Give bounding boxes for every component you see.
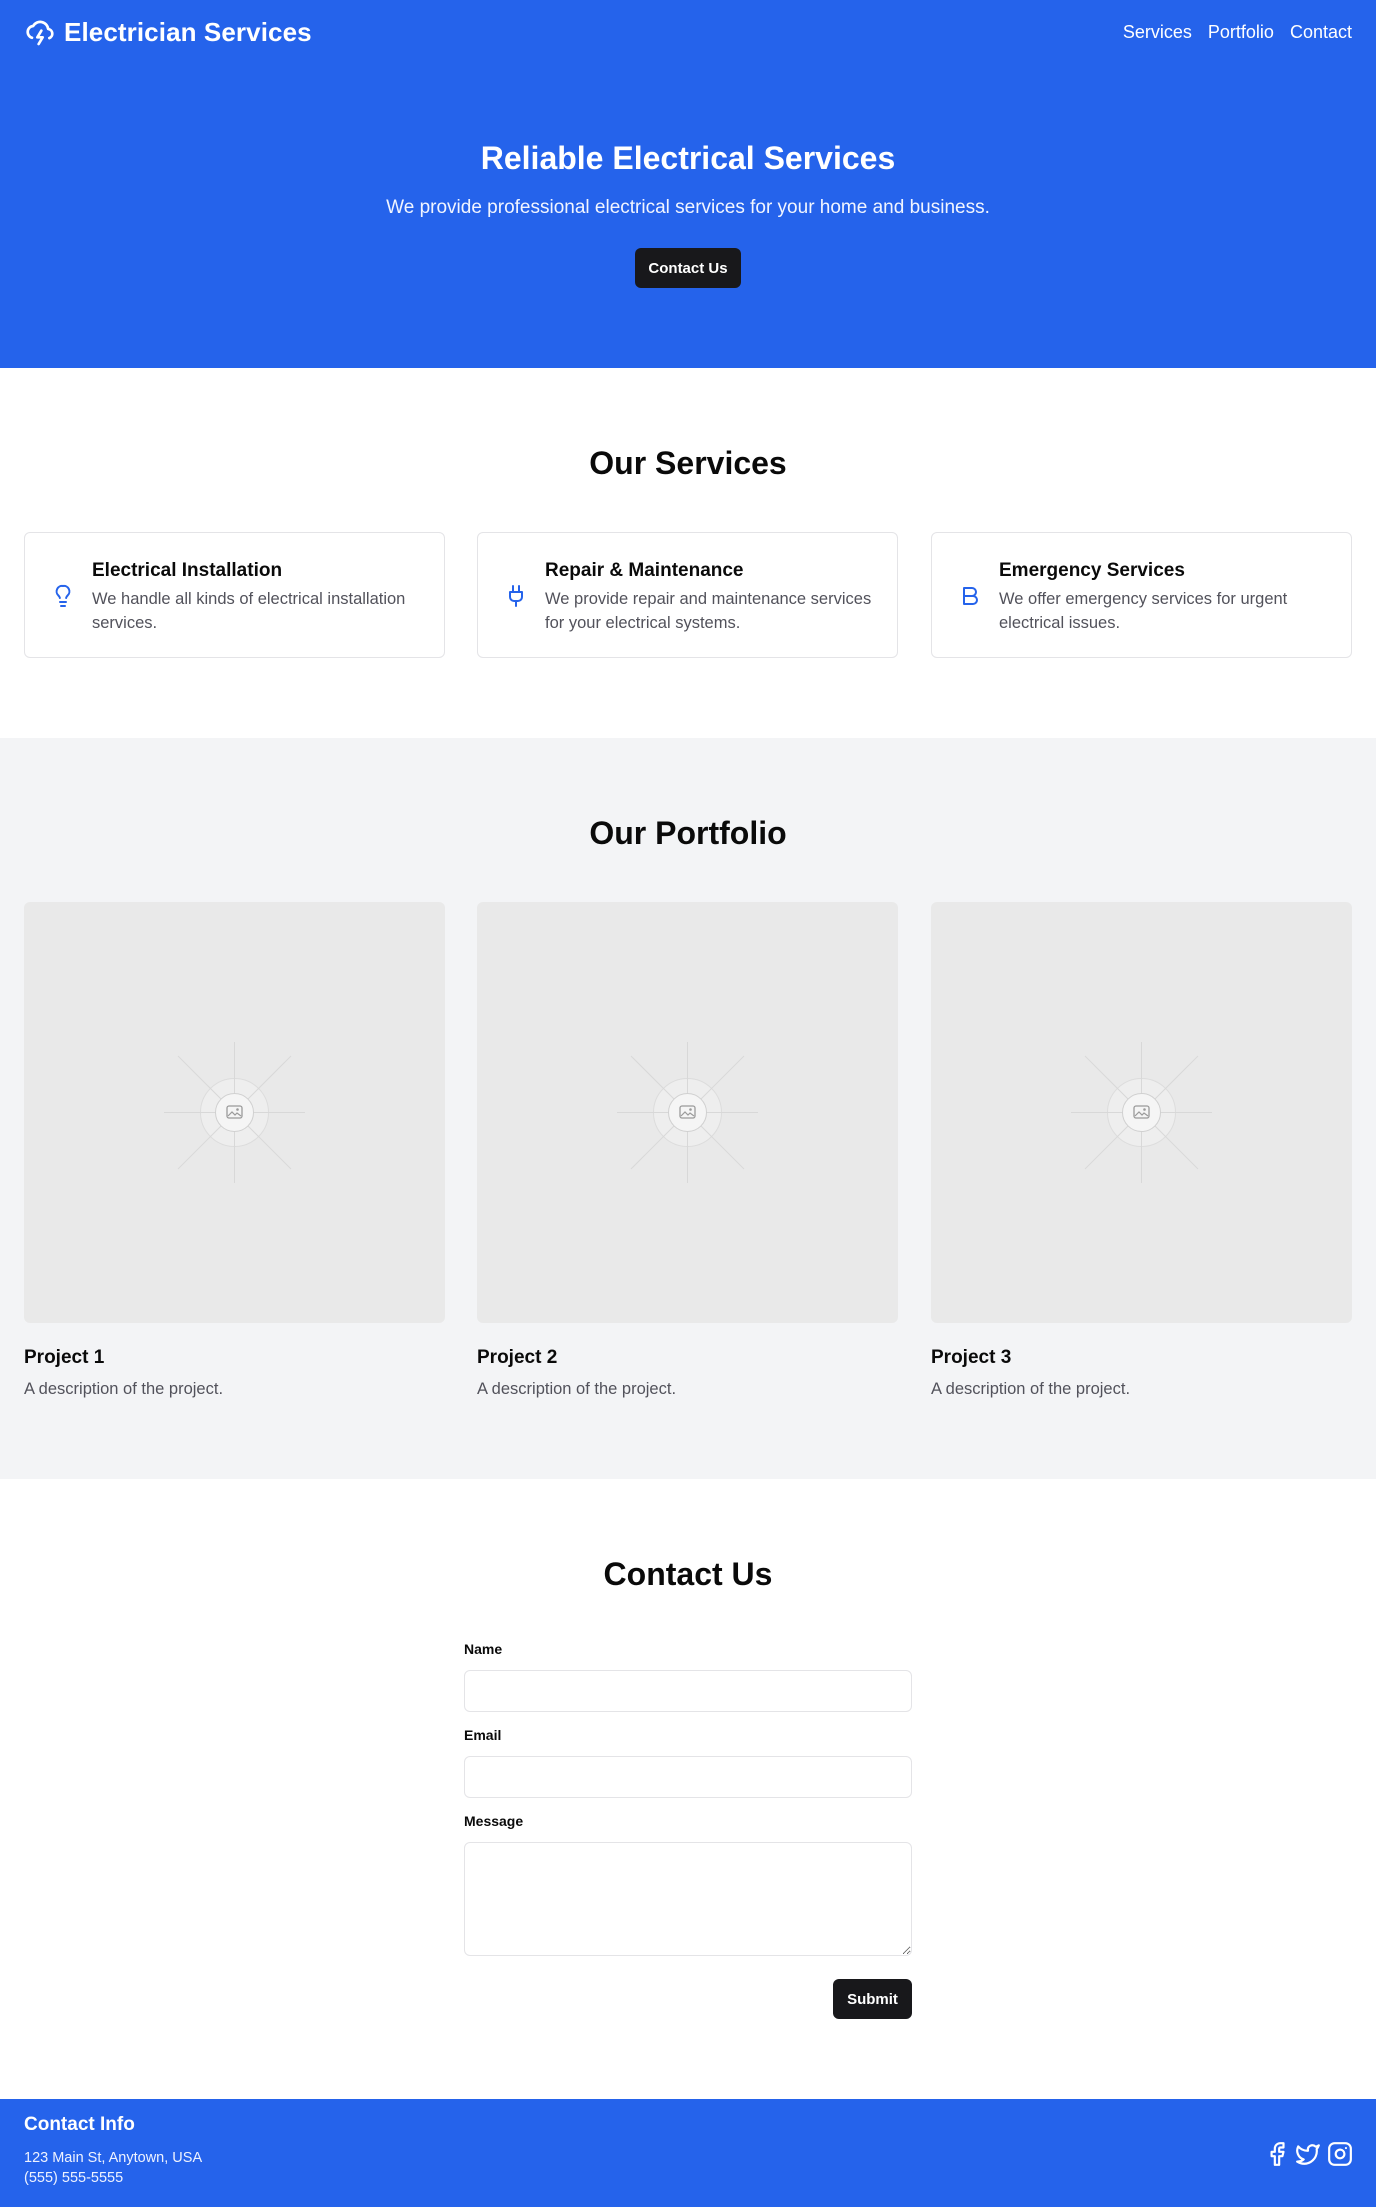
instagram-icon[interactable]: [1327, 2141, 1353, 2167]
contact-section: Contact Us Name Email Message Submit: [0, 1479, 1376, 2099]
image-placeholder-icon: [1071, 1042, 1212, 1183]
service-card: Repair & Maintenance We provide repair a…: [477, 532, 898, 658]
image-placeholder-icon: [164, 1042, 305, 1183]
service-title: Repair & Maintenance: [545, 560, 744, 581]
project-description: A description of the project.: [477, 1380, 677, 1398]
footer-title: Contact Info: [24, 2114, 135, 2135]
email-field[interactable]: [464, 1756, 912, 1798]
services-section: Our Services Electrical Installation We …: [0, 368, 1376, 738]
service-description: We provide repair and maintenance servic…: [545, 590, 872, 632]
brand[interactable]: Electrician Services: [24, 14, 312, 50]
main-nav: Services Portfolio Contact: [1107, 14, 1352, 50]
project-image-placeholder: [931, 902, 1352, 1323]
hero-title: Reliable Electrical Services: [480, 140, 896, 176]
project-title: Project 1: [24, 1347, 105, 1368]
service-description: We offer emergency services for urgent e…: [999, 590, 1288, 632]
brand-title: Electrician Services: [64, 16, 312, 47]
project-title: Project 3: [931, 1347, 1012, 1368]
project-description: A description of the project.: [931, 1380, 1131, 1398]
nav-link-contact[interactable]: Contact: [1290, 22, 1352, 43]
image-placeholder-icon: [617, 1042, 758, 1183]
nav-link-services[interactable]: Services: [1123, 22, 1192, 43]
twitter-icon[interactable]: [1295, 2141, 1321, 2167]
nav-link-portfolio[interactable]: Portfolio: [1208, 22, 1274, 43]
project-image-placeholder: [477, 902, 898, 1323]
service-description: We handle all kinds of electrical instal…: [92, 590, 406, 632]
name-field[interactable]: [464, 1670, 912, 1712]
submit-button[interactable]: Submit: [833, 1979, 912, 2019]
site-footer: Contact Info 123 Main St, Anytown, USA (…: [0, 2099, 1376, 2207]
message-field[interactable]: [464, 1842, 912, 1956]
facebook-icon[interactable]: [1264, 2141, 1290, 2167]
project-image-placeholder: [24, 902, 445, 1323]
hero-contact-button[interactable]: Contact Us: [635, 248, 741, 288]
footer-address: 123 Main St, Anytown, USA: [24, 2150, 203, 2166]
site-header: Electrician Services Services Portfolio …: [0, 0, 1376, 368]
plug-icon: [509, 585, 523, 607]
message-label: Message: [464, 1813, 524, 1829]
hero-subtitle: We provide professional electrical servi…: [386, 197, 990, 218]
service-title: Emergency Services: [999, 560, 1185, 581]
bold-b-icon: [963, 587, 978, 605]
project-description: A description of the project.: [24, 1380, 224, 1398]
service-card: Emergency Services We offer emergency se…: [931, 532, 1352, 658]
service-title: Electrical Installation: [92, 560, 283, 581]
top-bar: Electrician Services Services Portfolio …: [24, 14, 1352, 50]
services-title: Our Services: [589, 445, 787, 481]
contact-title: Contact Us: [603, 1556, 773, 1592]
name-label: Name: [464, 1641, 503, 1657]
project-title: Project 2: [477, 1347, 558, 1368]
footer-phone: (555) 555-5555: [24, 2170, 124, 2186]
portfolio-title: Our Portfolio: [589, 815, 787, 851]
service-card: Electrical Installation We handle all ki…: [24, 532, 445, 658]
lightbulb-icon: [55, 584, 71, 607]
portfolio-section: Our Portfolio Project 1 A description of…: [0, 738, 1376, 1479]
cloud-lightning-icon: [26, 20, 54, 46]
email-label: Email: [464, 1727, 502, 1743]
